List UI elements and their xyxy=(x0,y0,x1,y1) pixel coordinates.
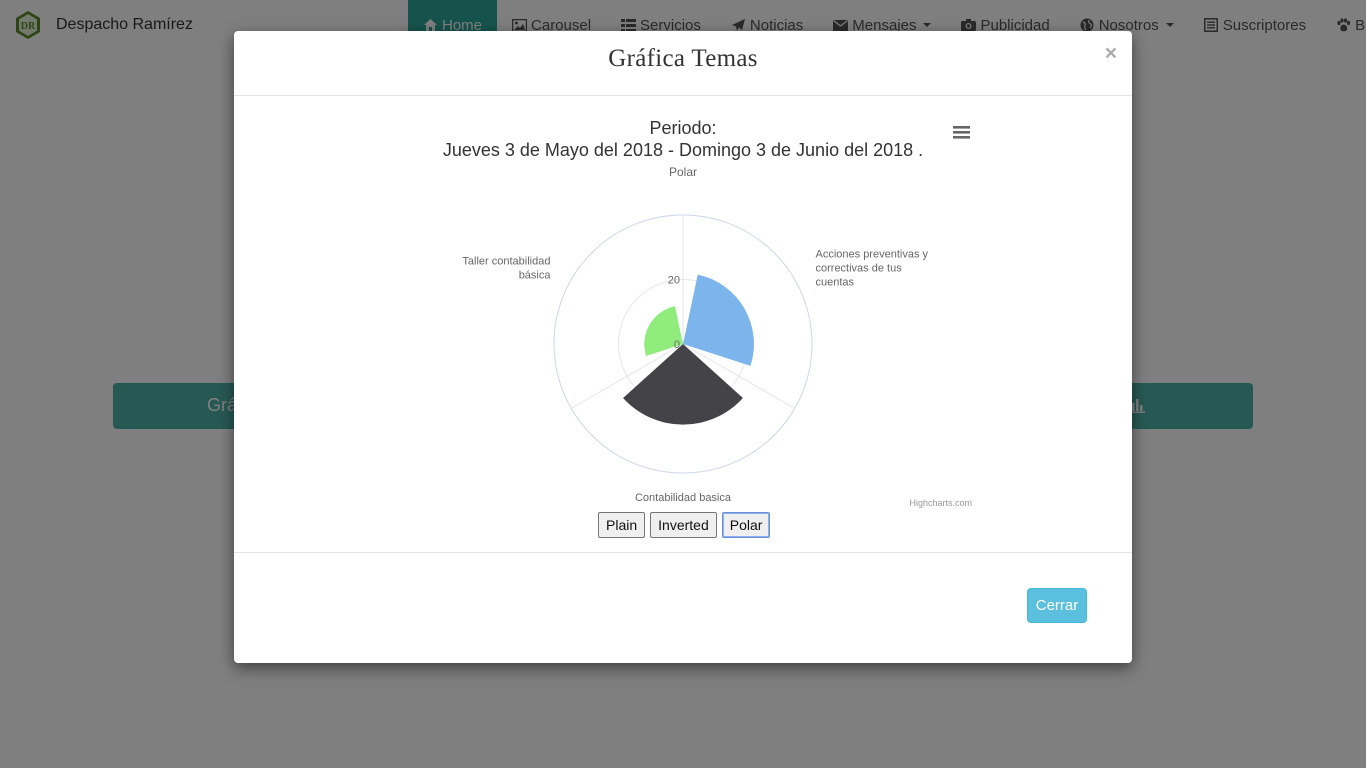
modal-footer: Cerrar xyxy=(234,552,1132,663)
chart-subtitle: Polar xyxy=(669,165,697,179)
modal-header: Gráfica Temas × xyxy=(234,31,1132,96)
y-tick-label: 0 xyxy=(674,339,680,351)
chart-series xyxy=(623,274,754,425)
polar-chart: Periodo: Jueves 3 de Mayo del 2018 - Dom… xyxy=(443,118,976,508)
category-label: Taller contabilidad básica xyxy=(462,256,551,282)
chart-type-buttons: Plain Inverted Polar xyxy=(598,512,771,538)
chart-title: Periodo: xyxy=(649,118,716,138)
polar-bar[interactable] xyxy=(683,274,754,366)
chart-credits[interactable]: Highcharts.com xyxy=(909,498,972,508)
menu-icon[interactable] xyxy=(946,118,976,144)
polar-button[interactable]: Polar xyxy=(721,512,771,538)
category-label: Contabilidad basica xyxy=(635,492,732,504)
inverted-button[interactable]: Inverted xyxy=(650,512,717,538)
modal-title: Gráfica Temas xyxy=(608,45,758,72)
plain-button[interactable]: Plain xyxy=(598,512,646,538)
chart-title-period: Jueves 3 de Mayo del 2018 - Domingo 3 de… xyxy=(443,140,923,160)
chart-modal: Gráfica Temas × Periodo: Jueves 3 de May… xyxy=(234,31,1132,663)
y-tick-label: 20 xyxy=(668,275,680,287)
close-icon[interactable]: × xyxy=(1105,43,1117,64)
modal-body: Periodo: Jueves 3 de Mayo del 2018 - Dom… xyxy=(234,96,1132,553)
category-label: Acciones preventivas y correctivas de tus… xyxy=(816,249,929,289)
close-button[interactable]: Cerrar xyxy=(1027,588,1087,623)
